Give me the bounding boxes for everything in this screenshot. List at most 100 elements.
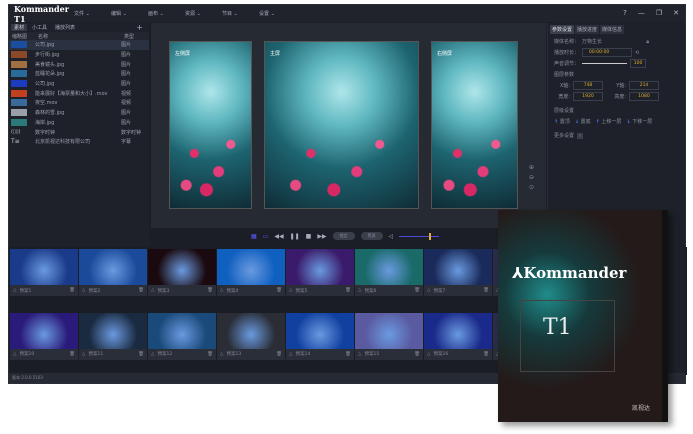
preset-card[interactable]: △ 预案6 🗑︎ (355, 249, 423, 296)
preset-card[interactable]: △ 预案11 🗑︎ (79, 312, 147, 360)
tab-media-info[interactable]: 媒体信息 (600, 25, 625, 34)
media-item[interactable]: 海岸.jpg 图片 (9, 118, 149, 128)
preset-label: 预案10 (19, 352, 35, 357)
media-item[interactable]: 森林的雪.jpg 图片 (9, 108, 149, 118)
preset-thumbnail (286, 249, 354, 285)
media-name: 公司.jpg (35, 42, 55, 49)
media-thumbnail (11, 70, 27, 78)
zoom-controls[interactable]: ⊕ ⊖ ⊙ (529, 163, 534, 193)
tab-progress[interactable]: 播放进度 (575, 25, 600, 34)
media-item[interactable]: (▯▯) 数字时钟 数字时钟 (9, 127, 149, 137)
menu-settings[interactable]: 设置 ⌄ (259, 10, 296, 17)
y-label: Y轴: (616, 83, 626, 89)
x-input[interactable]: 748 (573, 81, 603, 90)
send-to-bottom-button[interactable]: ↓ 置底 (575, 118, 591, 125)
delete-icon[interactable]: 🗑︎ (483, 288, 489, 293)
monitor-icon[interactable]: ▭ (263, 233, 269, 240)
media-item[interactable]: 美食镜头.jpg 图片 (9, 59, 149, 69)
delete-icon[interactable]: 🗑︎ (345, 288, 351, 293)
height-input[interactable]: 1080 (629, 92, 659, 101)
delete-icon[interactable]: 🗑︎ (414, 352, 420, 357)
preset-card[interactable]: △ 预案5 🗑︎ (286, 249, 354, 296)
delete-icon[interactable]: 🗑︎ (207, 288, 213, 293)
menu-resources[interactable]: 资源 ⌄ (185, 10, 222, 17)
close-icon[interactable]: ✕ (673, 9, 679, 17)
preset-card[interactable]: △ 预案13 🗑︎ (217, 312, 285, 360)
help-icon[interactable]: ? (623, 9, 627, 17)
tab-materials[interactable]: 素材 (11, 24, 28, 31)
menu-edit[interactable]: 编辑 ⌄ (111, 10, 148, 17)
volume-slider-right[interactable] (582, 63, 628, 64)
level-label: 层级设置 (554, 108, 575, 114)
media-type: 图片 (121, 52, 132, 59)
media-name: 能来展好【海票量和大小】.mov (35, 90, 108, 97)
add-icon[interactable]: + (133, 23, 146, 32)
pause-icon[interactable]: ❚❚ (290, 233, 300, 240)
media-item[interactable]: 公司.jpg 图片 (9, 79, 149, 89)
delete-icon[interactable]: 🗑︎ (138, 352, 144, 357)
preset-icon: △ (220, 288, 224, 293)
grid-icon[interactable]: ▦ (251, 233, 257, 240)
preset-card[interactable]: △ 预案1 🗑︎ (10, 249, 78, 296)
move-down-button[interactable]: ↓ 下移一层 (626, 118, 652, 125)
preset-card[interactable]: △ 预案4 🗑︎ (217, 249, 285, 296)
media-type: 图片 (121, 42, 132, 49)
menu-file[interactable]: 文件 ⌄ (74, 10, 111, 17)
media-item[interactable]: 公司.jpg 图片 (9, 40, 149, 50)
preset-card[interactable]: △ 预案3 🗑︎ (148, 249, 216, 296)
delete-icon[interactable]: 🗑︎ (483, 352, 489, 357)
volume-slider[interactable] (399, 232, 440, 240)
preset-card[interactable]: △ 预案15 🗑︎ (355, 312, 423, 360)
delete-icon[interactable]: 🗑︎ (69, 288, 75, 293)
menu-program[interactable]: 节目 ⌄ (222, 10, 259, 17)
loop-icon[interactable]: ⟲ (635, 50, 639, 56)
tab-params[interactable]: 参数设置 (550, 25, 575, 34)
delete-icon[interactable]: 🗑︎ (207, 352, 213, 357)
media-item[interactable]: 夜空.mov 视频 (9, 98, 149, 108)
screen-right[interactable]: 右侧屏 (431, 41, 518, 209)
preset-card[interactable]: △ 预案12 🗑︎ (148, 312, 216, 360)
y-input[interactable]: 214 (629, 81, 659, 90)
product-box-image: ⅄Kommander T1 凯视达 (498, 210, 668, 422)
screen-left[interactable]: 左侧屏 (169, 41, 252, 209)
lock-button[interactable]: 锁定 (332, 232, 355, 240)
lock-icon[interactable]: 🔒︎ (646, 39, 649, 45)
blackout-button[interactable]: 黑屏 (360, 232, 383, 240)
preset-card[interactable]: △ 预案14 🗑︎ (286, 312, 354, 360)
duration-input[interactable]: 00:00:00 (582, 48, 633, 57)
delete-icon[interactable]: 🗑︎ (345, 352, 351, 357)
screen-main[interactable]: 主屏 (264, 41, 419, 209)
preset-label: 预案1 (19, 288, 32, 294)
bring-to-top-button[interactable]: ↑ 置顶 (554, 118, 570, 125)
move-up-button[interactable]: ↑ 上移一层 (596, 118, 622, 125)
preset-card[interactable]: △ 预案16 🗑︎ (424, 312, 492, 360)
restore-icon[interactable]: ❐ (656, 9, 662, 17)
media-item[interactable]: T≡ 北京凯视达科技有限公司 字幕 (9, 137, 149, 147)
delete-icon[interactable]: 🗑︎ (276, 352, 282, 357)
forward-icon[interactable]: ▶▶ (317, 233, 326, 240)
more-settings-button[interactable]: › (577, 132, 584, 139)
width-input[interactable]: 1920 (573, 92, 603, 101)
w-label: 宽度: (558, 94, 570, 100)
delete-icon[interactable]: 🗑︎ (414, 288, 420, 293)
media-item[interactable]: 能来展好【海票量和大小】.mov 视频 (9, 88, 149, 98)
delete-icon[interactable]: 🗑︎ (138, 288, 144, 293)
minimize-icon[interactable]: — (638, 9, 645, 17)
delete-icon[interactable]: 🗑︎ (69, 352, 75, 357)
preset-card[interactable]: △ 预案2 🗑︎ (79, 249, 147, 296)
menu-bar: 文件 ⌄ 编辑 ⌄ 画布 ⌄ 资源 ⌄ 节目 ⌄ 设置 ⌄ (74, 10, 296, 17)
media-thumbnail (11, 109, 27, 117)
tab-playlist[interactable]: 播放列表 (52, 24, 78, 31)
preset-card[interactable]: △ 预案10 🗑︎ (10, 312, 78, 360)
rewind-icon[interactable]: ◀◀ (274, 233, 283, 240)
media-item[interactable]: 步行街.jpg 图片 (9, 50, 149, 60)
tab-widgets[interactable]: 小工具 (29, 24, 50, 31)
delete-icon[interactable]: 🗑︎ (276, 288, 282, 293)
volume-input[interactable]: 100 (630, 59, 647, 68)
menu-canvas[interactable]: 画布 ⌄ (148, 10, 185, 17)
preset-card[interactable]: △ 预案7 🗑︎ (424, 249, 492, 296)
stop-icon[interactable]: ■ (306, 233, 312, 240)
media-item[interactable]: 蓝睡花朵.jpg 图片 (9, 69, 149, 79)
media-type: 图片 (121, 61, 132, 68)
media-name: 夜空.mov (35, 100, 58, 107)
